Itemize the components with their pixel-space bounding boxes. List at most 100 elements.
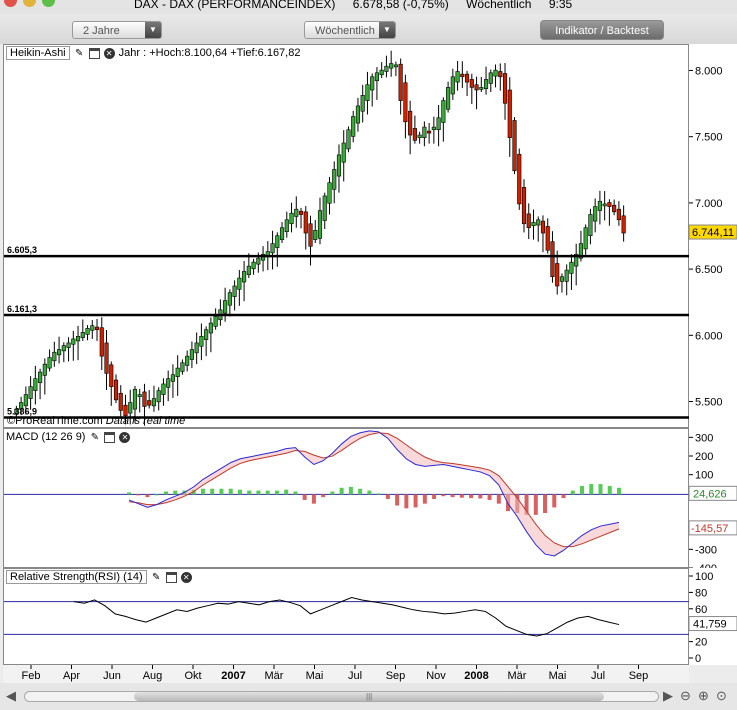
candle-body bbox=[251, 261, 256, 270]
y-tick-label: 100 bbox=[695, 571, 713, 583]
candle-body bbox=[436, 117, 441, 131]
wrench-icon[interactable]: ✎ bbox=[151, 572, 162, 583]
candle-body bbox=[132, 388, 138, 410]
candle-body bbox=[256, 257, 261, 265]
histogram-bar bbox=[469, 494, 474, 499]
candle-body bbox=[275, 235, 280, 248]
minimize-window-icon[interactable] bbox=[23, 0, 36, 7]
x-tick-label: Jul bbox=[348, 670, 362, 682]
price-panel[interactable]: Heikin-Ashi ✎ ✕ Jahr : +Hoch:8.100,64 +T… bbox=[3, 44, 690, 428]
candle-body bbox=[498, 71, 503, 78]
price-footer: ©ProRealTime.com Data is real time bbox=[7, 415, 185, 427]
candle-body bbox=[289, 212, 294, 225]
histogram-bar bbox=[413, 494, 418, 508]
histogram-bar bbox=[358, 488, 363, 495]
x-tick-label: Sep bbox=[386, 670, 406, 682]
wrench-icon[interactable]: ✎ bbox=[74, 48, 85, 59]
close-window-icon[interactable] bbox=[4, 0, 17, 7]
y-tick-label: 7.500 bbox=[695, 132, 723, 144]
candle-body bbox=[379, 69, 384, 76]
time-axis-svg: Feb Apr Jun Aug Okt 2007 Mär Mai Jul Sep Nov 2008 Mä… bbox=[22, 665, 648, 682]
last-price-label: 6.744,11 bbox=[692, 227, 734, 239]
zoom-out-icon[interactable]: ⊖ bbox=[680, 688, 691, 704]
indicator-backtest-button[interactable]: Indikator / Backtest bbox=[540, 20, 664, 40]
candle-body bbox=[602, 203, 607, 207]
macd-panel-header: MACD (12 26 9) ✎ ✕ bbox=[6, 430, 131, 444]
window-icon[interactable] bbox=[104, 431, 116, 443]
signal-value-label: -145,57 bbox=[691, 523, 728, 535]
candle-body bbox=[166, 378, 171, 388]
candle-body bbox=[450, 76, 455, 95]
candle-body bbox=[464, 73, 470, 83]
candle-body bbox=[242, 271, 247, 283]
candle-body bbox=[360, 95, 365, 112]
zoom-window-icon[interactable] bbox=[42, 0, 55, 7]
candle-body bbox=[189, 349, 194, 360]
candle-body bbox=[403, 82, 408, 123]
histogram-bar bbox=[589, 484, 594, 495]
scroll-bar[interactable]: ◀ ||| ▶ ⊖ ⊕ ⊙ bbox=[0, 683, 737, 710]
title-period: Wöchentlich bbox=[466, 0, 532, 11]
y-tick-label: 8.000 bbox=[695, 65, 723, 77]
histogram-bar bbox=[247, 490, 252, 495]
title-bar: DAX - DAX (PERFORMANCEINDEX) 6.678,58 (-… bbox=[0, 0, 737, 14]
window-icon[interactable] bbox=[88, 47, 100, 59]
candle-body bbox=[322, 195, 327, 221]
candle-body bbox=[398, 63, 403, 101]
close-icon[interactable]: ✕ bbox=[103, 47, 115, 59]
y-tick-label: 100 bbox=[695, 470, 713, 482]
zoom-in-icon[interactable]: ⊕ bbox=[698, 688, 709, 704]
candle-body bbox=[109, 364, 114, 387]
histogram-bar bbox=[219, 488, 224, 495]
price-panel-name: Heikin-Ashi bbox=[6, 46, 70, 60]
candle-body bbox=[294, 208, 299, 217]
scroll-left-icon[interactable]: ◀ bbox=[6, 688, 16, 704]
candle-body bbox=[616, 208, 621, 221]
candle-body bbox=[355, 105, 361, 124]
histogram-bar bbox=[478, 494, 483, 499]
histogram-bar bbox=[163, 491, 168, 495]
candle-body bbox=[550, 241, 555, 278]
histogram-bar bbox=[311, 494, 316, 504]
candle-body bbox=[28, 386, 33, 399]
histogram-bar bbox=[432, 494, 437, 499]
candle-body bbox=[346, 129, 351, 150]
histogram-bar bbox=[293, 491, 298, 495]
histogram-bar bbox=[422, 494, 427, 504]
histogram-bar bbox=[441, 494, 446, 497]
close-icon[interactable]: ✕ bbox=[180, 571, 192, 583]
zoom-fit-icon[interactable]: ⊙ bbox=[716, 688, 727, 704]
candle-body bbox=[597, 200, 602, 211]
grip-icon: ||| bbox=[366, 692, 373, 701]
period-select[interactable]: Wöchentlich ▼ bbox=[304, 21, 396, 39]
scroll-thumb[interactable]: ||| bbox=[134, 692, 604, 701]
histogram-bar bbox=[265, 490, 270, 495]
price-panel-info: Jahr : +Hoch:8.100,64 +Tief:6.167,82 bbox=[118, 47, 301, 59]
candle-body bbox=[180, 362, 185, 372]
candle-body bbox=[142, 391, 147, 407]
candle-body bbox=[279, 227, 285, 240]
range-select[interactable]: 2 Jahre ▼ bbox=[72, 21, 162, 39]
macd-panel[interactable]: MACD (12 26 9) ✎ ✕ bbox=[3, 428, 690, 568]
candle-body bbox=[303, 211, 308, 234]
wrench-icon[interactable]: ✎ bbox=[89, 432, 100, 443]
scroll-right-icon[interactable]: ▶ bbox=[663, 688, 673, 704]
histogram-bar bbox=[552, 494, 557, 508]
candle-body bbox=[284, 219, 289, 233]
rsi-panel[interactable]: Relative Strength(RSI) (14) ✎ ✕ bbox=[3, 568, 690, 665]
toolbar: 2 Jahre ▼ Wöchentlich ▼ Indikator / Backte… bbox=[0, 14, 737, 44]
candle-body bbox=[540, 220, 546, 234]
x-tick-label: Okt bbox=[184, 670, 201, 682]
y-tick-label: 60 bbox=[695, 604, 707, 616]
candle-body bbox=[469, 79, 474, 88]
x-tick-label: Mär bbox=[265, 670, 284, 682]
candle-body bbox=[446, 87, 451, 110]
close-icon[interactable]: ✕ bbox=[119, 431, 131, 443]
candle-body bbox=[621, 215, 626, 234]
macd-chart bbox=[4, 430, 690, 557]
candle-body bbox=[38, 371, 43, 383]
candle-body bbox=[42, 363, 47, 376]
candle-body bbox=[441, 100, 446, 123]
candle-body bbox=[517, 153, 522, 205]
window-icon[interactable] bbox=[165, 571, 177, 583]
